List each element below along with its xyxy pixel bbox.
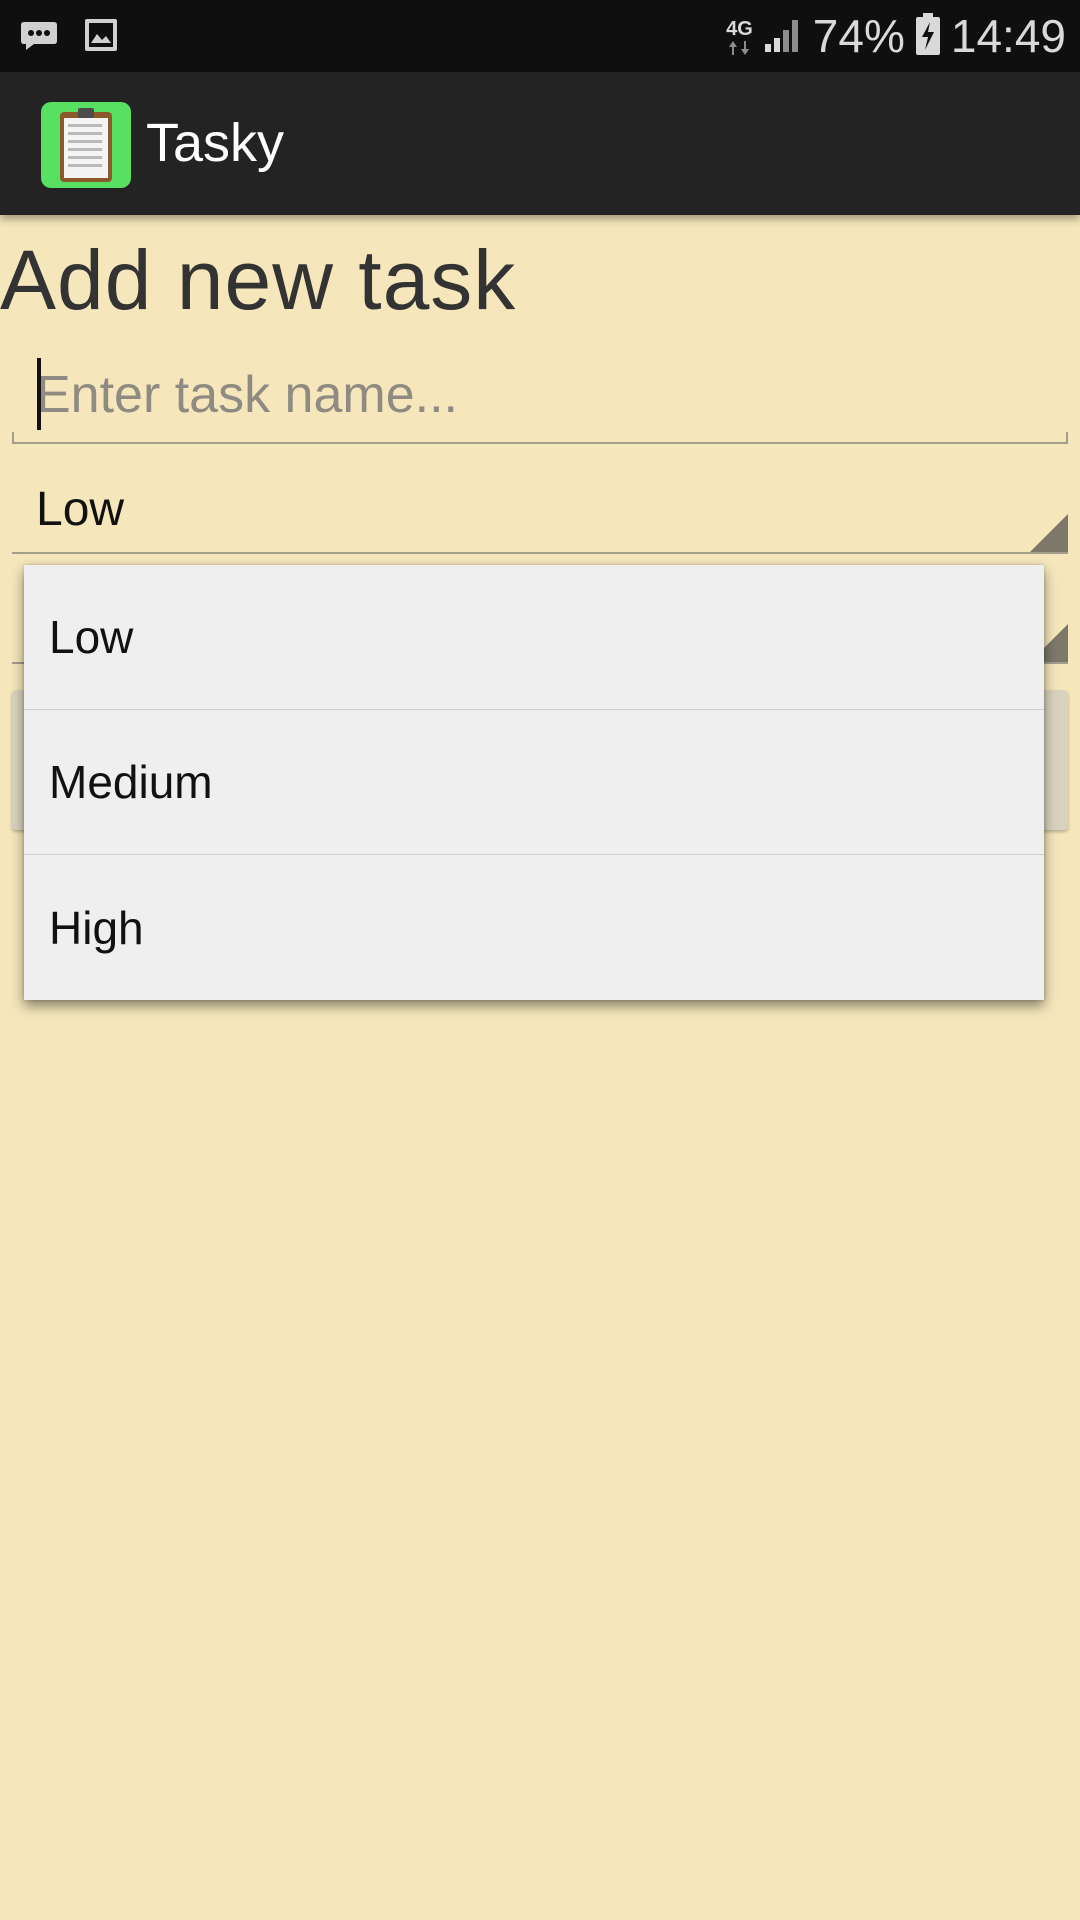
text-cursor [37,358,41,430]
task-name-input[interactable] [36,352,1036,438]
priority-selected-value: Low [36,483,125,536]
dropdown-option-high[interactable]: High [24,855,1044,1000]
clock: 14:49 [950,10,1066,62]
priority-spinner[interactable]: Low [12,468,1068,554]
status-bar: 4G 74% 14:49 [0,0,1080,72]
app-title: Tasky [146,113,285,173]
spinner-arrow-icon [1030,514,1068,552]
page-title: Add new task [0,233,517,327]
priority-dropdown: Low Medium High [24,565,1044,1000]
message-icon [20,18,58,52]
clipboard-icon[interactable] [41,102,131,188]
image-icon [84,18,122,52]
app-bar: Tasky [0,72,1080,215]
battery-charging-icon [915,12,941,60]
task-name-field[interactable] [12,352,1068,444]
network-4g-icon: 4G [726,18,753,55]
battery-percent: 74% [812,10,905,62]
dropdown-option-medium[interactable]: Medium [24,710,1044,855]
dropdown-option-low[interactable]: Low [24,565,1044,710]
signal-icon [763,16,803,57]
